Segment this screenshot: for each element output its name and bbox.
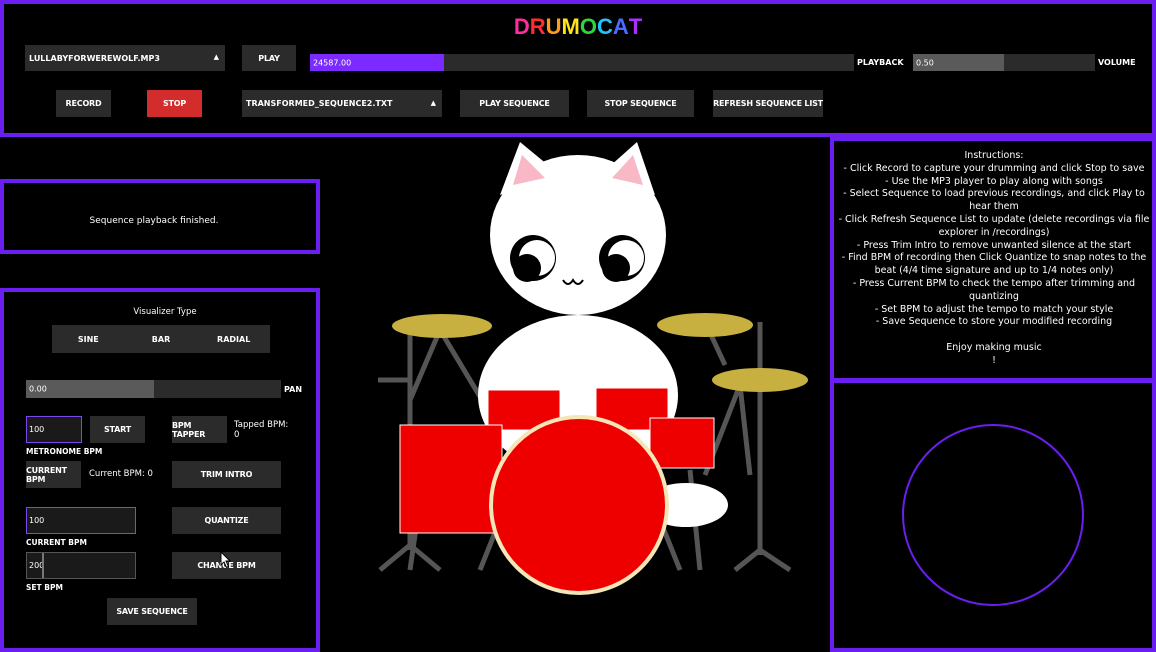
instruction-line: - Press Trim Intro to remove unwanted si… xyxy=(856,239,1132,251)
set-bpm-input[interactable]: 200 xyxy=(26,552,136,579)
play-button[interactable]: PLAY xyxy=(242,45,296,71)
title-letter: A xyxy=(612,14,629,39)
tapped-bpm-text: Tapped BPM: 0 xyxy=(234,420,289,440)
cymbal-right xyxy=(712,368,808,392)
volume-label: VOLUME xyxy=(1098,58,1136,67)
title-letter: U xyxy=(545,14,562,39)
metronome-bpm-input[interactable]: 100 xyxy=(26,416,82,443)
instruction-line: - Save Sequence to store your modified r… xyxy=(875,316,1113,328)
cymbal-stand-right xyxy=(702,320,792,573)
kick-drum xyxy=(489,415,669,595)
instruction-line: - Find BPM of recording then Click Quant… xyxy=(841,252,1147,277)
pan-value: 0.00 xyxy=(29,384,47,394)
stop-sequence-button[interactable]: STOP SEQUENCE xyxy=(587,90,694,117)
pan-slider[interactable]: 0.00 xyxy=(26,380,281,398)
instruction-line: ! xyxy=(992,354,996,366)
title-letter: O xyxy=(579,14,597,39)
title-letter: C xyxy=(596,14,613,39)
play-sequence-button[interactable]: PLAY SEQUENCE xyxy=(460,90,569,117)
set-bpm-label: SET BPM xyxy=(26,583,63,592)
start-metronome-button[interactable]: START xyxy=(90,416,145,443)
dropdown-arrow-icon: ▲ xyxy=(430,98,436,107)
status-message: Sequence playback finished. xyxy=(89,216,219,226)
current-bpm-input-label: CURRENT BPM xyxy=(26,538,87,547)
visualizer-option-radial[interactable]: RADIAL xyxy=(197,325,270,353)
metronome-bpm-label: METRONOME BPM xyxy=(26,447,103,456)
playback-label: PLAYBACK xyxy=(857,58,904,67)
instruction-line: Enjoy making music xyxy=(946,341,1042,353)
visualizer-type-selector: SINE BAR RADIAL xyxy=(52,325,270,353)
set-bpm-handle[interactable] xyxy=(42,553,44,578)
quantize-button[interactable]: QUANTIZE xyxy=(172,507,281,534)
title-letter: R xyxy=(529,14,546,39)
sequence-select[interactable]: TRANSFORMED_SEQUENCE2.TXT ▲ xyxy=(242,90,442,117)
song-select-value: LULLABYFORWEREWOLF.MP3 xyxy=(29,53,160,63)
instruction-line: - Press Current BPM to check the tempo a… xyxy=(852,277,1136,302)
instruction-line: - Use the MP3 player to play along with … xyxy=(885,175,1103,187)
mouse-cursor-icon xyxy=(220,551,232,569)
visualizer-option-bar[interactable]: BAR xyxy=(125,325,198,353)
visualizer-type-title: Visualizer Type xyxy=(133,307,197,317)
playback-slider[interactable]: 24587.00 xyxy=(310,54,854,71)
cymbal-left xyxy=(392,314,492,338)
cymbal-stand-left xyxy=(407,328,485,402)
drum-cat-illustration xyxy=(378,142,808,595)
playback-value: 24587.00 xyxy=(313,58,352,67)
app-title: DRUMOCAT xyxy=(0,14,1156,40)
refresh-sequence-list-button[interactable]: REFRESH SEQUENCE LIST xyxy=(713,90,823,117)
title-letter: T xyxy=(628,14,643,39)
current-bpm-text: Current BPM: 0 xyxy=(89,469,153,479)
instruction-line: - Set BPM to adjust the tempo to match y… xyxy=(874,303,1114,315)
pan-label: PAN xyxy=(284,385,303,394)
instruction-line xyxy=(835,329,1153,342)
current-bpm-input[interactable]: 100 xyxy=(26,507,136,534)
current-bpm-button[interactable]: CURRENT BPM xyxy=(26,461,81,488)
radial-visualizer xyxy=(902,424,1084,606)
instruction-line: Instructions: xyxy=(964,150,1024,161)
instruction-line: - Click Record to capture your drumming … xyxy=(843,162,1145,174)
instruction-line: - Select Sequence to load previous recor… xyxy=(843,188,1145,213)
stop-button[interactable]: STOP xyxy=(147,90,202,117)
song-select[interactable]: LULLABYFORWEREWOLF.MP3 ▲ xyxy=(25,45,225,71)
instruction-line: - Click Refresh Sequence List to update … xyxy=(838,213,1150,238)
save-sequence-button[interactable]: SAVE SEQUENCE xyxy=(107,598,197,625)
record-button[interactable]: RECORD xyxy=(56,90,111,117)
floor-tom-right xyxy=(649,417,715,469)
dropdown-arrow-icon: ▲ xyxy=(213,53,219,62)
visualizer-option-sine[interactable]: SINE xyxy=(52,325,125,353)
title-letter: D xyxy=(513,14,530,39)
trim-intro-button[interactable]: TRIM INTRO xyxy=(172,461,281,488)
instructions-text: Instructions: - Click Record to capture … xyxy=(835,150,1153,368)
bpm-tapper-button[interactable]: BPM TAPPER xyxy=(172,416,227,443)
volume-slider[interactable]: 0.50 xyxy=(913,54,1095,71)
cymbal-top-right xyxy=(657,313,753,337)
floor-tom-left xyxy=(399,424,503,534)
sequence-select-value: TRANSFORMED_SEQUENCE2.TXT xyxy=(246,99,393,108)
volume-value: 0.50 xyxy=(916,58,934,67)
title-letter: M xyxy=(561,14,580,39)
